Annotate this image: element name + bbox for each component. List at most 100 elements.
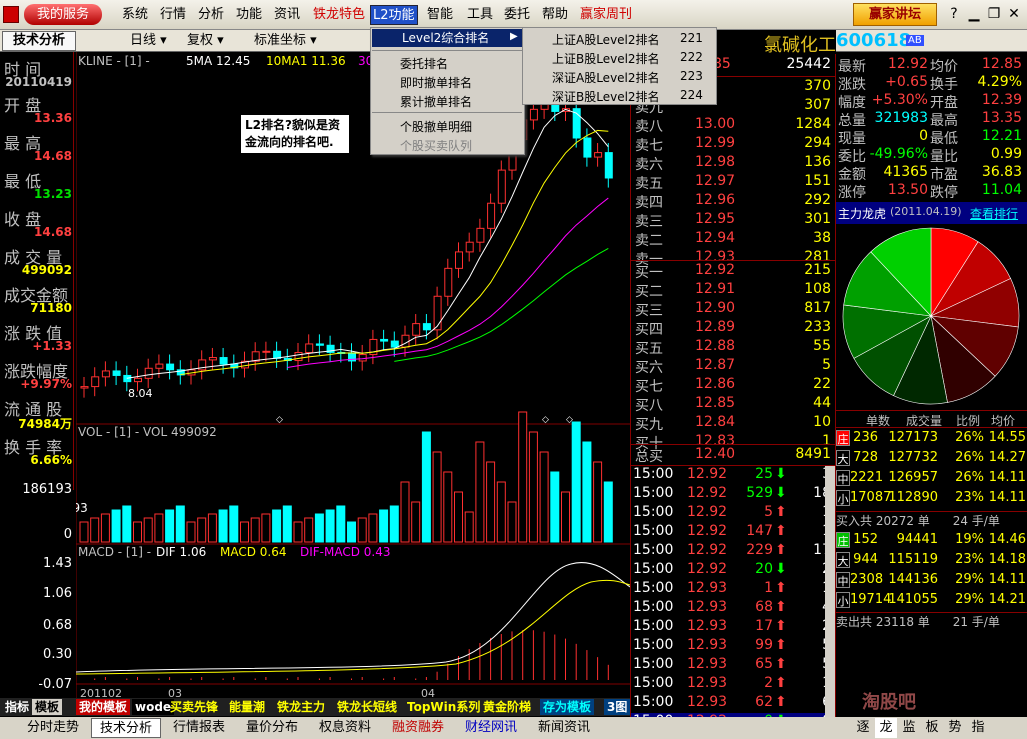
indicator-tab-2[interactable]: 我的模板 (76, 699, 131, 715)
tick-row[interactable]: 15:0012.9399⬆5 (631, 637, 835, 656)
buy-level-0[interactable]: 买一 12.92 215 (631, 262, 835, 281)
tick-row[interactable]: 15:0012.9365⬆5 (631, 656, 835, 675)
tick-volume: 2 (764, 675, 773, 691)
submenu-item-1[interactable]: 上证B股Level2排名 (552, 50, 660, 67)
side-tab-0[interactable]: 逐 (852, 718, 874, 738)
dropdown-item-0[interactable]: 委托排名 (400, 55, 448, 72)
kline-chart[interactable]: KLINE - [1] -5MA 12.45 10MA1 11.36 308.04V… (76, 52, 630, 698)
menu-0[interactable]: 系统 (120, 5, 150, 25)
dropdown-item-1[interactable]: 即时撤单排名 (400, 74, 472, 91)
minimize-icon[interactable]: ▁ (965, 5, 983, 23)
side-tab-1[interactable]: 龙 (875, 718, 897, 738)
tick-row[interactable]: 15:0012.9362⬆6 (631, 694, 835, 713)
menu-8[interactable]: 工具 (465, 5, 495, 25)
view-ranking-link[interactable]: 查看排行 (970, 205, 1018, 222)
dropdown-item-3[interactable]: 个股撤单明细 (400, 118, 472, 135)
menu-11[interactable]: 赢家周刊 (578, 5, 634, 25)
vol-bar (347, 521, 356, 543)
side-tab-4[interactable]: 势 (944, 718, 966, 738)
level-name: 买四 (635, 322, 663, 338)
l2-comprehensive-ranking[interactable]: Level2综合排名 (372, 29, 523, 47)
sell-level-4[interactable]: 卖六 12.98 136 (631, 154, 835, 173)
tick-row[interactable]: 15:0012.932⬆1 (631, 675, 835, 694)
period-select[interactable]: 日线 ▾ (130, 32, 167, 50)
submenu-item-0[interactable]: 上证A股Level2排名 (552, 31, 660, 48)
tick-scrollbar[interactable] (825, 466, 835, 732)
sell-level-8[interactable]: 卖二 12.94 38 (631, 230, 835, 249)
submenu-item-3[interactable]: 深证B股Level2排名 (552, 88, 660, 105)
sell-level-7[interactable]: 卖三 12.95 301 (631, 211, 835, 230)
arrow-down-icon: ⬇ (775, 561, 787, 577)
sell-level-2[interactable]: 卖八 13.00 1284 (631, 116, 835, 135)
tick-row[interactable]: 15:0012.9368⬆4 (631, 599, 835, 618)
indicator-tab-4[interactable]: 买卖先锋 (167, 699, 221, 715)
help-button[interactable]: ? (945, 5, 963, 23)
side-tab-2[interactable]: 监 (898, 718, 920, 738)
menu-2[interactable]: 分析 (196, 5, 226, 25)
nav-tab-4[interactable]: 权息资料 (310, 718, 380, 738)
menu-6[interactable]: L2功能 (370, 5, 418, 25)
indicator-tab-1[interactable]: 模板 (32, 699, 63, 715)
dropdown-item-2[interactable]: 累计撤单排名 (400, 93, 472, 110)
indicator-tab-9[interactable]: 黄金阶梯 (480, 699, 534, 715)
restore-select[interactable]: 复权 ▾ (187, 32, 224, 50)
side-tab-3[interactable]: 板 (921, 718, 943, 738)
coordinate-select[interactable]: 标准坐标 ▾ (254, 32, 317, 50)
buy-level-1[interactable]: 买二 12.91 108 (631, 281, 835, 300)
dropdown-item-4[interactable]: 个股买卖队列 (400, 137, 472, 154)
yingjia-lecture-button[interactable]: 赢家讲坛 (853, 3, 937, 26)
my-service-button[interactable]: 我的服务 (24, 4, 102, 25)
buy-level-6[interactable]: 买七 12.86 22 (631, 376, 835, 395)
xaxis-2: 04 (421, 687, 435, 698)
sell-level-3[interactable]: 卖七 12.99 294 (631, 135, 835, 154)
menu-7[interactable]: 智能 (425, 5, 455, 25)
tick-row[interactable]: 15:0012.925⬆1 (631, 504, 835, 523)
nav-tab-0[interactable]: 分时走势 (18, 718, 88, 738)
nav-tab-3[interactable]: 量价分布 (237, 718, 307, 738)
indicator-tab-6[interactable]: 铁龙主力 (274, 699, 328, 715)
total-buy[interactable]: 总买 12.40 8491 (631, 446, 835, 465)
nav-tab-6[interactable]: 财经网讯 (456, 718, 526, 738)
nav-tab-7[interactable]: 新闻资讯 (529, 718, 599, 738)
tick-row[interactable]: 15:0012.9317⬆2 (631, 618, 835, 637)
tick-time: 15:00 (633, 599, 674, 615)
flow-kind: 小 (836, 490, 850, 506)
restore-icon[interactable]: ❐ (985, 5, 1003, 23)
indicator-tab-5[interactable]: 能量潮 (226, 699, 268, 715)
nav-tab-1[interactable]: 技术分析 (91, 718, 161, 738)
tick-row[interactable]: 15:0012.9220⬇2 (631, 561, 835, 580)
sell-level-6[interactable]: 卖四 12.96 292 (631, 192, 835, 211)
buy-level-5[interactable]: 买六 12.87 5 (631, 357, 835, 376)
submenu-item-2[interactable]: 深证A股Level2排名 (552, 69, 660, 86)
indicator-tab-11[interactable]: 3图 (604, 699, 631, 715)
level-price: 13.00 (695, 116, 736, 132)
tick-price: 12.93 (687, 694, 728, 710)
menu-5[interactable]: 铁龙特色 (311, 5, 367, 25)
indicator-tab-10[interactable]: 存为模板 (540, 699, 595, 715)
menu-4[interactable]: 资讯 (272, 5, 302, 25)
tick-row[interactable]: 15:00 12.92 229 ⬆ 17 (631, 542, 835, 561)
tick-row[interactable]: 15:00 12.92 529 ⬇ 18 (631, 485, 835, 504)
menu-1[interactable]: 行情 (158, 5, 188, 25)
menu-9[interactable]: 委托 (502, 5, 532, 25)
indicator-tab-7[interactable]: 铁龙长短线 (334, 699, 400, 715)
close-icon[interactable]: ✕ (1005, 5, 1023, 23)
buy-level-8[interactable]: 买九 12.84 10 (631, 414, 835, 433)
buy-level-7[interactable]: 买八 12.85 44 (631, 395, 835, 414)
indicator-tab-0[interactable]: 指标 (2, 699, 32, 715)
buy-level-2[interactable]: 买三 12.90 817 (631, 300, 835, 319)
menu-3[interactable]: 功能 (234, 5, 264, 25)
sell-level-5[interactable]: 卖五 12.97 151 (631, 173, 835, 192)
tick-row[interactable]: 15:0012.92147⬆1 (631, 523, 835, 542)
buy-level-4[interactable]: 买五 12.88 55 (631, 338, 835, 357)
level-volume: 294 (804, 135, 831, 151)
side-tab-5[interactable]: 指 (967, 718, 989, 738)
tick-row[interactable]: 15:0012.9225⬇3 (631, 466, 835, 485)
tab-technical-analysis[interactable]: 技术分析 (2, 31, 76, 51)
nav-tab-5[interactable]: 融资融券 (383, 718, 453, 738)
indicator-tab-8[interactable]: TopWin系列 (404, 699, 483, 715)
menu-10[interactable]: 帮助 (540, 5, 570, 25)
tick-row[interactable]: 15:0012.931⬆1 (631, 580, 835, 599)
buy-level-3[interactable]: 买四 12.89 233 (631, 319, 835, 338)
nav-tab-2[interactable]: 行情报表 (164, 718, 234, 738)
